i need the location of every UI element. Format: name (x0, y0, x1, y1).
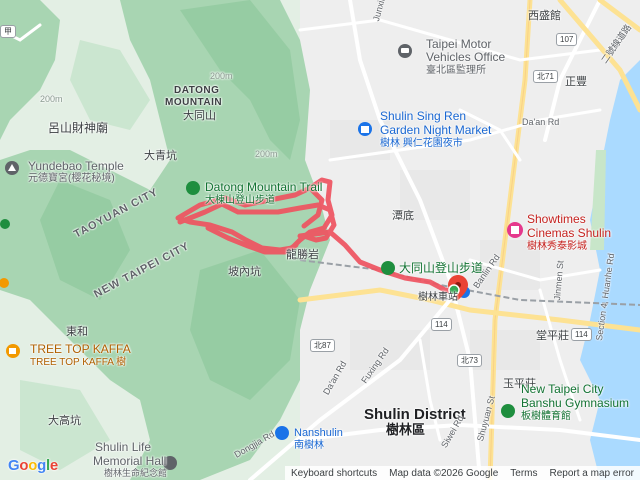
label-yundebao-zh: 元德寶宮(樱花秘境) (28, 173, 115, 184)
label-datong-en-2: MOUNTAIN (165, 97, 223, 108)
road-shield-n87: 北87 (310, 339, 335, 352)
road-shield-107: 107 (556, 33, 578, 46)
label-treetop-en: TREE TOP KAFFA (30, 342, 131, 356)
label-shulin-zh: 樹林區 (386, 422, 426, 437)
label-gym-en-1: New Taipei City (521, 382, 604, 396)
label-datong-trail-zh: 大棟山登山步道 (205, 195, 275, 206)
label-motor-zh: 臺北區監理所 (426, 65, 486, 76)
label-night-market-en-2: Garden Night Market (380, 123, 492, 137)
label-lvshan: 呂山財神廟 (48, 121, 109, 135)
label-tangpingzhuang: 堂平莊 (536, 330, 569, 342)
label-dagaokeng: 大高坑 (48, 415, 81, 427)
map-data-attribution: Map data ©2026 Google (389, 467, 499, 479)
poi-dot-icon-2 (0, 219, 10, 229)
gym-icon (501, 404, 515, 418)
road-shield-114: 114 (431, 318, 452, 331)
label-gym-zh: 板樹體育館 (521, 411, 571, 422)
label-xishengguan: 西盛館 (528, 10, 561, 22)
label-poneikeng: 坡內坑 (228, 266, 261, 278)
google-logo: Google (8, 457, 58, 474)
road-shield-114b: 114 (571, 328, 592, 341)
label-yundebao-en: Yundebao Temple (28, 159, 124, 173)
hiking-icon-2 (381, 261, 395, 275)
label-showtimes-zh: 樹林秀泰影城 (527, 241, 587, 252)
label-dadan-rd-2: Da'an Rd (522, 117, 560, 127)
label-shulin-station: 樹林車站 (418, 292, 458, 303)
label-elev-200-left: 200m (40, 94, 63, 104)
label-memorial-zh: 樹林生命紀念館 (104, 468, 168, 478)
label-treetop-zh: TREE TOP KAFFA 樹 (30, 357, 127, 368)
label-gym-en-2: Banshu Gymnasium (521, 396, 630, 410)
label-nanshulin-zh: 南樹林 (294, 440, 324, 451)
label-motor-en-2: Vehicles Office (426, 50, 506, 64)
road-shield-n73: 北73 (457, 354, 482, 367)
label-donghe: 東和 (66, 326, 88, 338)
label-night-market-en-1: Shulin Sing Ren (380, 109, 467, 123)
label-datong-zh: 大同山 (183, 110, 216, 122)
label-elev-200-top: 200m (210, 71, 233, 81)
label-tandi: 潭底 (392, 210, 414, 222)
report-map-error-link[interactable]: Report a map error (550, 468, 634, 479)
label-showtimes-en-1: Showtimes (527, 212, 586, 226)
label-memorial-en-1: Shulin Life (95, 440, 152, 454)
map-footer: Keyboard shortcuts Map data ©2026 Google… (284, 466, 640, 480)
label-nanshulin-en: Nanshulin (294, 427, 343, 439)
label-dongshan-trail: 大同山登山步道 (399, 261, 484, 275)
label-night-market-zh: 樹林 興仁花園夜市 (380, 138, 463, 149)
road-shield-n71: 北71 (533, 70, 558, 83)
keyboard-shortcuts-link[interactable]: Keyboard shortcuts (291, 468, 377, 479)
terms-link[interactable]: Terms (510, 468, 537, 479)
label-longsheng: 龍勝岩 (286, 249, 319, 261)
label-datong-en-1: DATONG (174, 85, 220, 96)
label-elev-200-mid: 200m (255, 149, 278, 159)
road-shield-jia: 甲 (0, 25, 16, 38)
label-memorial-en-2: Memorial Hall (93, 454, 167, 468)
label-showtimes-en-2: Cinemas Shulin (527, 226, 612, 240)
train-icon (275, 426, 289, 440)
label-datong-trail-en: Datong Mountain Trail (205, 180, 323, 194)
label-zhengfeng: 正豐 (565, 76, 587, 88)
hiking-icon (186, 181, 200, 195)
label-daqingkeng: 大青坑 (144, 150, 177, 162)
